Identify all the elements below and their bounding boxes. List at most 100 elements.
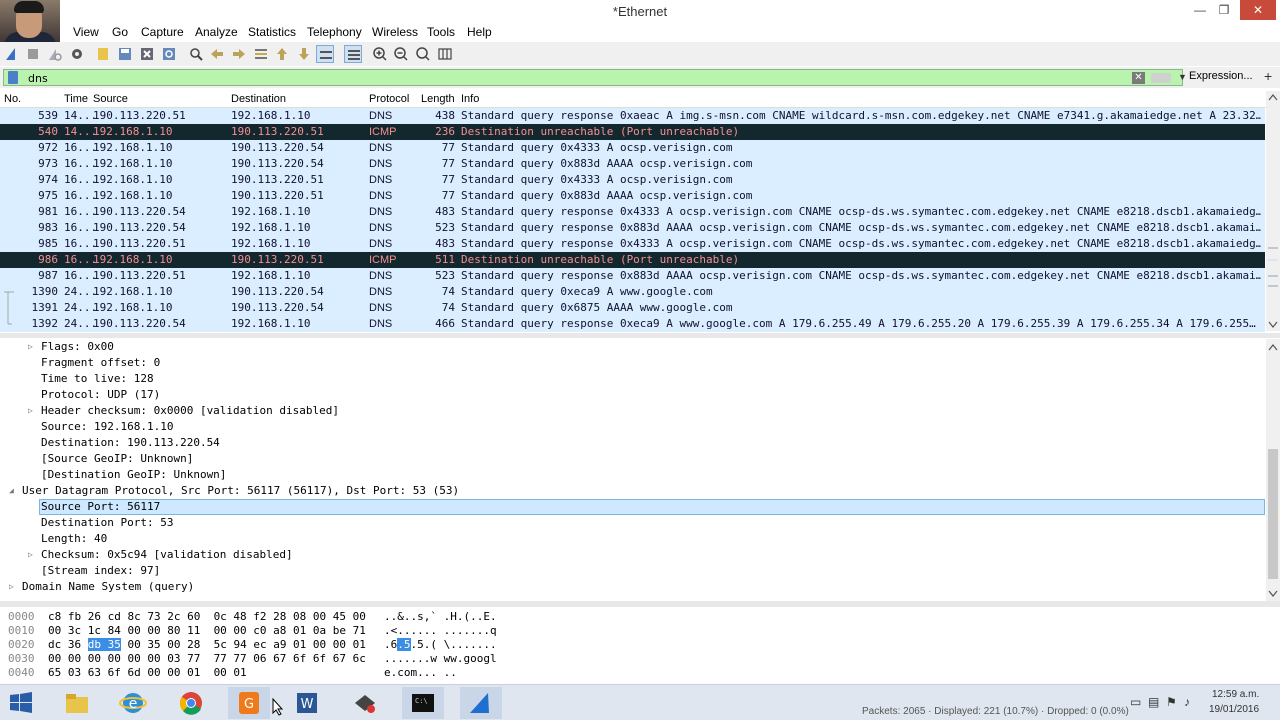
clear-filter-icon[interactable]: ✕ bbox=[1132, 72, 1145, 84]
menu-tools[interactable]: Tools bbox=[427, 25, 455, 39]
filter-text[interactable]: dns bbox=[28, 72, 48, 85]
detail-fragment-offset[interactable]: Fragment offset: 0 bbox=[0, 355, 1265, 371]
colorize-icon[interactable] bbox=[344, 45, 362, 63]
expand-arrow-icon[interactable]: ▷ bbox=[9, 579, 14, 595]
detail-destination[interactable]: Destination: 190.113.220.54 bbox=[0, 435, 1265, 451]
stop-icon[interactable] bbox=[24, 45, 42, 63]
detail-source[interactable]: Source: 192.168.1.10 bbox=[0, 419, 1265, 435]
packet-list-scrollbar[interactable] bbox=[1266, 91, 1280, 331]
details-scroll-thumb[interactable] bbox=[1268, 449, 1278, 579]
normal-size-icon[interactable] bbox=[414, 45, 432, 63]
detail-checksum[interactable]: ▷ Checksum: 0x5c94 [validation disabled] bbox=[0, 547, 1265, 563]
restart-icon[interactable] bbox=[45, 45, 63, 63]
maximize-button[interactable]: ❐ bbox=[1210, 0, 1238, 20]
column-info[interactable]: Info bbox=[461, 93, 479, 105]
packet-row[interactable]: 540 14... 192.168.1.10 190.113.220.51 ICMP 23… bbox=[0, 124, 1265, 140]
packet-row[interactable]: 983 16... 190.113.220.54 192.168.1.10 DNS 523… bbox=[0, 220, 1265, 236]
menu-help[interactable]: Help bbox=[467, 25, 492, 39]
close-file-icon[interactable] bbox=[138, 45, 156, 63]
packet-row[interactable]: 981 16... 190.113.220.54 192.168.1.10 DNS 483… bbox=[0, 204, 1265, 220]
expand-arrow-icon[interactable]: ▷ bbox=[28, 547, 33, 563]
app-icon[interactable] bbox=[344, 687, 386, 719]
first-packet-icon[interactable] bbox=[273, 45, 291, 63]
detail-ttl[interactable]: Time to live: 128 bbox=[0, 371, 1265, 387]
add-filter-button[interactable]: + bbox=[1264, 68, 1272, 84]
clock-date[interactable]: 19/01/2016 bbox=[1209, 704, 1259, 715]
menu-go[interactable]: Go bbox=[112, 25, 128, 39]
details-scrollbar[interactable] bbox=[1266, 339, 1280, 601]
save-icon[interactable] bbox=[116, 45, 134, 63]
tray-network-icon[interactable]: ▤ bbox=[1148, 695, 1159, 709]
packet-row[interactable]: 1392 24... 190.113.220.54 192.168.1.10 DNS 46… bbox=[0, 316, 1265, 332]
tray-flag-icon[interactable]: ⚑ bbox=[1166, 695, 1177, 709]
packet-row[interactable]: 539 14... 190.113.220.51 192.168.1.10 DNS 438… bbox=[0, 108, 1265, 124]
menu-analyze[interactable]: Analyze bbox=[195, 25, 238, 39]
packet-row[interactable]: 973 16... 192.168.1.10 190.113.220.54 DNS 77 S… bbox=[0, 156, 1265, 172]
detail-dns-header[interactable]: ▷ Domain Name System (query) bbox=[0, 579, 1265, 595]
chrome-icon[interactable] bbox=[170, 687, 212, 719]
packet-row[interactable]: 987 16... 190.113.220.51 192.168.1.10 DNS 523… bbox=[0, 268, 1265, 284]
zoom-in-icon[interactable] bbox=[371, 45, 389, 63]
packet-row[interactable]: 972 16... 192.168.1.10 190.113.220.54 DNS 77 S… bbox=[0, 140, 1265, 156]
expand-arrow-icon[interactable]: ▷ bbox=[28, 339, 33, 355]
column-protocol[interactable]: Protocol bbox=[369, 93, 409, 105]
pane-splitter[interactable] bbox=[0, 333, 1280, 338]
go-to-packet-icon[interactable] bbox=[252, 45, 270, 63]
tray-volume-icon[interactable]: ♪ bbox=[1184, 695, 1190, 709]
clock-time[interactable]: 12:59 a.m. bbox=[1212, 689, 1259, 700]
packet-row[interactable]: 1391 24... 192.168.1.10 190.113.220.54 DNS 74… bbox=[0, 300, 1265, 316]
expand-arrow-icon[interactable]: ▷ bbox=[28, 403, 33, 419]
menu-wireless[interactable]: Wireless bbox=[372, 25, 418, 39]
detail-source-port-selected[interactable]: Source Port: 56117 bbox=[0, 499, 1266, 515]
zoom-out-icon[interactable] bbox=[392, 45, 410, 63]
last-packet-icon[interactable] bbox=[295, 45, 313, 63]
display-filter-input[interactable]: dns ✕ ▼ bbox=[3, 69, 1187, 86]
detail-protocol[interactable]: Protocol: UDP (17) bbox=[0, 387, 1265, 403]
back-arrow-icon[interactable] bbox=[208, 45, 226, 63]
menu-capture[interactable]: Capture bbox=[141, 25, 184, 39]
wireshark-icon[interactable] bbox=[460, 687, 502, 719]
collapse-arrow-icon[interactable]: ◢ bbox=[9, 483, 14, 499]
autoscroll-icon[interactable] bbox=[316, 45, 334, 63]
detail-length[interactable]: Length: 40 bbox=[0, 531, 1265, 547]
packet-row[interactable]: 1390 24... 192.168.1.10 190.113.220.54 DNS 74… bbox=[0, 284, 1265, 300]
internet-explorer-icon[interactable]: e bbox=[112, 687, 154, 719]
column-time[interactable]: Time bbox=[64, 93, 88, 105]
pane-splitter[interactable] bbox=[0, 601, 1280, 607]
word-icon[interactable]: W bbox=[286, 687, 328, 719]
detail-destination-geoip[interactable]: [Destination GeoIP: Unknown] bbox=[0, 467, 1265, 483]
column-destination[interactable]: Destination bbox=[231, 93, 286, 105]
packet-row[interactable]: 974 16... 192.168.1.10 190.113.220.51 DNS 77 S… bbox=[0, 172, 1265, 188]
expression-button[interactable]: Expression... bbox=[1189, 70, 1253, 82]
column-no[interactable]: No. bbox=[4, 93, 21, 105]
menu-telephony[interactable]: Telephony bbox=[307, 25, 362, 39]
find-icon[interactable] bbox=[187, 45, 205, 63]
resize-columns-icon[interactable] bbox=[436, 45, 454, 63]
tray-window-icon[interactable]: ▭ bbox=[1130, 695, 1141, 709]
detail-flags[interactable]: ▷ Flags: 0x00 bbox=[0, 339, 1265, 355]
detail-source-geoip[interactable]: [Source GeoIP: Unknown] bbox=[0, 451, 1265, 467]
reload-icon[interactable] bbox=[160, 45, 178, 63]
filter-history-dropdown-icon[interactable]: ▼ bbox=[1178, 72, 1187, 82]
shark-fin-start-icon[interactable] bbox=[3, 45, 21, 63]
options-gear-icon[interactable] bbox=[68, 45, 86, 63]
column-source[interactable]: Source bbox=[93, 93, 128, 105]
packet-row[interactable]: 986 16... 192.168.1.10 190.113.220.51 ICMP 51… bbox=[0, 252, 1265, 268]
menu-view[interactable]: View bbox=[73, 25, 99, 39]
forward-arrow-icon[interactable] bbox=[230, 45, 248, 63]
packet-row[interactable]: 985 16... 190.113.220.51 192.168.1.10 DNS 483… bbox=[0, 236, 1265, 252]
cmd-icon[interactable]: C:\ bbox=[402, 687, 444, 719]
detail-stream-index[interactable]: [Stream index: 97] bbox=[0, 563, 1265, 579]
bookmark-icon[interactable] bbox=[8, 71, 18, 84]
file-explorer-icon[interactable] bbox=[56, 687, 98, 719]
pdf-creator-icon[interactable]: G bbox=[228, 687, 270, 719]
windows-start-icon[interactable] bbox=[0, 687, 42, 719]
detail-destination-port[interactable]: Destination Port: 53 bbox=[0, 515, 1265, 531]
close-button[interactable]: ✕ bbox=[1240, 0, 1276, 20]
packet-row[interactable]: 975 16... 192.168.1.10 190.113.220.51 DNS 77 S… bbox=[0, 188, 1265, 204]
detail-udp-header[interactable]: ◢ User Datagram Protocol, Src Port: 56117… bbox=[0, 483, 1265, 499]
column-length[interactable]: Length bbox=[421, 93, 455, 105]
apply-filter-arrow-icon[interactable] bbox=[1151, 73, 1171, 83]
detail-header-checksum[interactable]: ▷ Header checksum: 0x0000 [validation dis… bbox=[0, 403, 1265, 419]
open-folder-icon[interactable] bbox=[94, 45, 112, 63]
